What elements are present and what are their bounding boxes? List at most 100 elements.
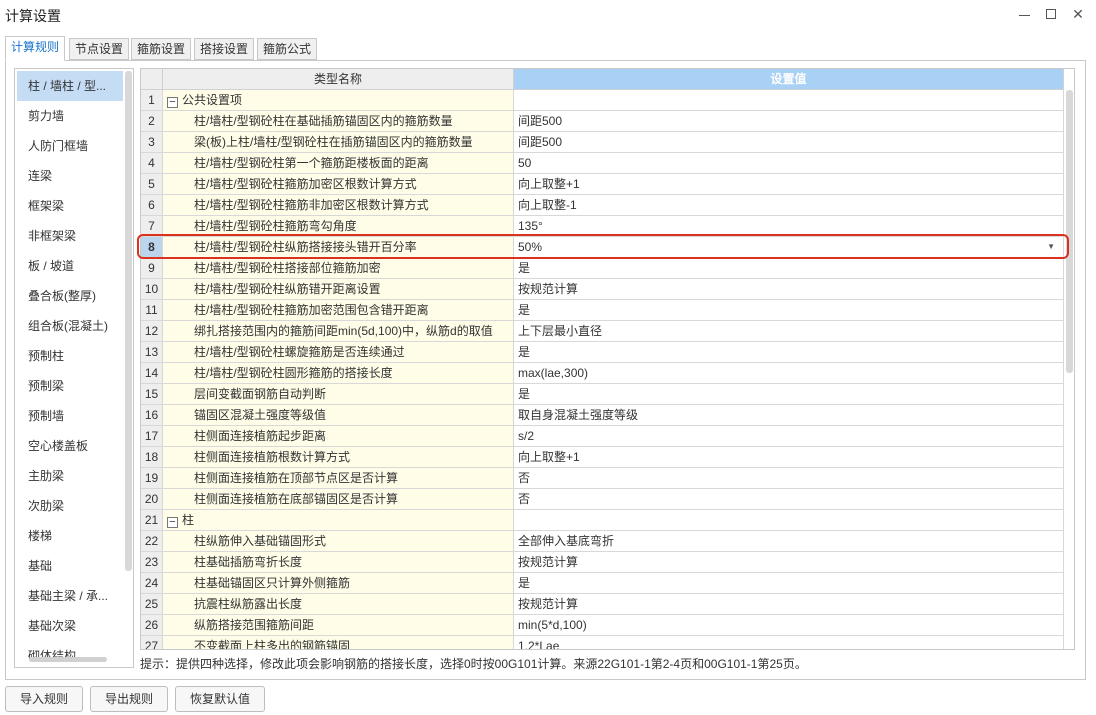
sidebar-horizontal-scrollbar[interactable] [29,657,107,662]
row-value-cell[interactable]: 否 [514,468,1064,489]
row-number: 8 [141,237,163,258]
sidebar-item-secondary-rib-beam[interactable]: 次肋梁 [17,491,123,521]
sidebar-item-shear-wall[interactable]: 剪力墙 [17,101,123,131]
group-label: 公共设置项 [182,93,243,107]
dropdown-arrow-icon[interactable]: ▼ [1047,237,1055,257]
collapse-minus-icon[interactable]: − [167,517,178,528]
row-value-cell[interactable]: 向上取整-1 [514,195,1064,216]
column-header-setting-value[interactable]: 设置值 [514,69,1064,90]
sidebar-item-precast-wall[interactable]: 预制墙 [17,401,123,431]
table-row[interactable]: 5 柱/墙柱/型钢砼柱箍筋加密区根数计算方式 向上取整+1 [141,174,1064,195]
row-value-cell[interactable]: 向上取整+1 [514,174,1064,195]
row-value-cell[interactable] [514,90,1064,111]
tab-node-settings[interactable]: 节点设置 [69,38,130,60]
row-value-cell[interactable]: 间距500 [514,132,1064,153]
sidebar-item-frame-beam[interactable]: 框架梁 [17,191,123,221]
table-row[interactable]: 24 柱基础锚固区只计算外侧箍筋 是 [141,573,1064,594]
table-row[interactable]: 4 柱/墙柱/型钢砼柱第一个箍筋距楼板面的距离 50 [141,153,1064,174]
sidebar-item-coupling-beam[interactable]: 连梁 [17,161,123,191]
row-value-cell[interactable]: 1.2*Lae [514,636,1064,649]
minimize-icon [1019,15,1030,16]
sidebar-item-main-rib-beam[interactable]: 主肋梁 [17,461,123,491]
sidebar-item-stair[interactable]: 楼梯 [17,521,123,551]
table-row[interactable]: 14 柱/墙柱/型钢砼柱圆形箍筋的搭接长度 max(lae,300) [141,363,1064,384]
sidebar-item-hollow-floor-slab[interactable]: 空心楼盖板 [17,431,123,461]
collapse-minus-icon[interactable]: − [167,97,178,108]
sidebar-item-foundation[interactable]: 基础 [17,551,123,581]
table-row[interactable]: 20 柱侧面连接植筋在底部锚固区是否计算 否 [141,489,1064,510]
table-row[interactable]: 6 柱/墙柱/型钢砼柱箍筋非加密区根数计算方式 向上取整-1 [141,195,1064,216]
row-value-cell[interactable]: 全部伸入基底弯折 [514,531,1064,552]
import-rules-button[interactable]: 导入规则 [5,686,84,712]
row-name-cell: 柱基础插筋弯折长度 [163,552,514,573]
sidebar-item-civil-defense-door-frame-wall[interactable]: 人防门框墙 [17,131,123,161]
row-value-cell[interactable] [514,510,1064,531]
sidebar-item-precast-column[interactable]: 预制柱 [17,341,123,371]
maximize-button[interactable] [1040,4,1062,24]
tab-lap-settings[interactable]: 搭接设置 [194,38,255,60]
sidebar-item-masonry-structure[interactable]: 砌体结构 [17,641,123,667]
sidebar-item-composite-slab-concrete[interactable]: 组合板(混凝土) [17,311,123,341]
table-row[interactable]: 26 纵筋搭接范围箍筋间距 min(5*d,100) [141,615,1064,636]
tab-calc-rules[interactable]: 计算规则 [5,36,66,61]
row-name-cell: 柱侧面连接植筋起步距离 [163,426,514,447]
table-row[interactable]: 15 层间变截面钢筋自动判断 是 [141,384,1064,405]
tab-stirrup-settings[interactable]: 箍筋设置 [131,38,192,60]
table-row[interactable]: 19 柱侧面连接植筋在顶部节点区是否计算 否 [141,468,1064,489]
row-value-cell[interactable]: 是 [514,342,1064,363]
row-value-cell[interactable]: 是 [514,258,1064,279]
export-rules-button[interactable]: 导出规则 [90,686,169,712]
table-row[interactable]: 17 柱侧面连接植筋起步距离 s/2 [141,426,1064,447]
row-value-cell[interactable]: 向上取整+1 [514,447,1064,468]
row-value-cell[interactable]: 间距500 [514,111,1064,132]
sidebar-item-precast-beam[interactable]: 预制梁 [17,371,123,401]
table-row[interactable]: 9 柱/墙柱/型钢砼柱搭接部位箍筋加密 是 [141,258,1064,279]
row-value-cell[interactable]: 50 [514,153,1064,174]
table-row[interactable]: 11 柱/墙柱/型钢砼柱箍筋加密范围包含错开距离 是 [141,300,1064,321]
close-button[interactable]: ✕ [1067,4,1089,24]
table-row[interactable]: 12 绑扎搭接范围内的箍筋间距min(5d,100)中，纵筋d的取值 上下层最小… [141,321,1064,342]
row-value-cell[interactable]: min(5*d,100) [514,615,1064,636]
row-value-cell[interactable]: 按规范计算 [514,594,1064,615]
row-value-cell[interactable]: s/2 [514,426,1064,447]
restore-defaults-button[interactable]: 恢复默认值 [175,686,266,712]
table-row[interactable]: 7 柱/墙柱/型钢砼柱箍筋弯勾角度 135° [141,216,1064,237]
sidebar-item-composite-slab-full[interactable]: 叠合板(整厚) [17,281,123,311]
column-header-type-name[interactable]: 类型名称 [163,69,514,90]
row-value-cell[interactable]: 135° [514,216,1064,237]
row-value-cell[interactable]: 否 [514,489,1064,510]
row-value-cell[interactable]: 是 [514,384,1064,405]
table-row[interactable]: 21 − 柱 [141,510,1064,531]
row-value-cell[interactable]: max(lae,300) [514,363,1064,384]
row-value-cell[interactable]: 是 [514,573,1064,594]
table-row[interactable]: 3 梁(板)上柱/墙柱/型钢砼柱在插筋锚固区内的箍筋数量 间距500 [141,132,1064,153]
row-value-cell[interactable]: 上下层最小直径 [514,321,1064,342]
table-row[interactable]: 22 柱纵筋伸入基础锚固形式 全部伸入基底弯折 [141,531,1064,552]
table-row[interactable]: 16 锚固区混凝土强度等级值 取自身混凝土强度等级 [141,405,1064,426]
minimize-button[interactable] [1013,4,1035,24]
grid-vertical-scrollbar[interactable] [1066,90,1073,373]
table-row[interactable]: 1 − 公共设置项 [141,90,1064,111]
table-row[interactable]: 25 抗震柱纵筋露出长度 按规范计算 [141,594,1064,615]
tab-stirrup-formula[interactable]: 箍筋公式 [257,38,318,60]
row-value-dropdown[interactable]: 50% ▼ [514,237,1064,258]
sidebar-item-foundation-secondary-beam[interactable]: 基础次梁 [17,611,123,641]
row-value-cell[interactable]: 按规范计算 [514,279,1064,300]
row-number: 16 [141,405,163,426]
row-value-cell[interactable]: 按规范计算 [514,552,1064,573]
sidebar-item-column[interactable]: 柱 / 墙柱 / 型... [17,71,123,101]
sidebar-vertical-scrollbar[interactable] [125,71,132,571]
row-value-cell[interactable]: 是 [514,300,1064,321]
table-row[interactable]: 10 柱/墙柱/型钢砼柱纵筋错开距离设置 按规范计算 [141,279,1064,300]
table-row-selected[interactable]: 8 柱/墙柱/型钢砼柱纵筋搭接接头错开百分率 50% ▼ [141,237,1064,258]
row-name-cell: − 公共设置项 [163,90,514,111]
table-row[interactable]: 13 柱/墙柱/型钢砼柱螺旋箍筋是否连续通过 是 [141,342,1064,363]
sidebar-item-slab-ramp[interactable]: 板 / 坡道 [17,251,123,281]
sidebar-item-non-frame-beam[interactable]: 非框架梁 [17,221,123,251]
table-row[interactable]: 23 柱基础插筋弯折长度 按规范计算 [141,552,1064,573]
table-row[interactable]: 18 柱侧面连接植筋根数计算方式 向上取整+1 [141,447,1064,468]
row-value-cell[interactable]: 取自身混凝土强度等级 [514,405,1064,426]
table-row[interactable]: 2 柱/墙柱/型钢砼柱在基础插筋锚固区内的箍筋数量 间距500 [141,111,1064,132]
sidebar-item-foundation-main-beam[interactable]: 基础主梁 / 承... [17,581,123,611]
table-row[interactable]: 27 不变截面上柱多出的钢筋锚固 1.2*Lae [141,636,1064,649]
